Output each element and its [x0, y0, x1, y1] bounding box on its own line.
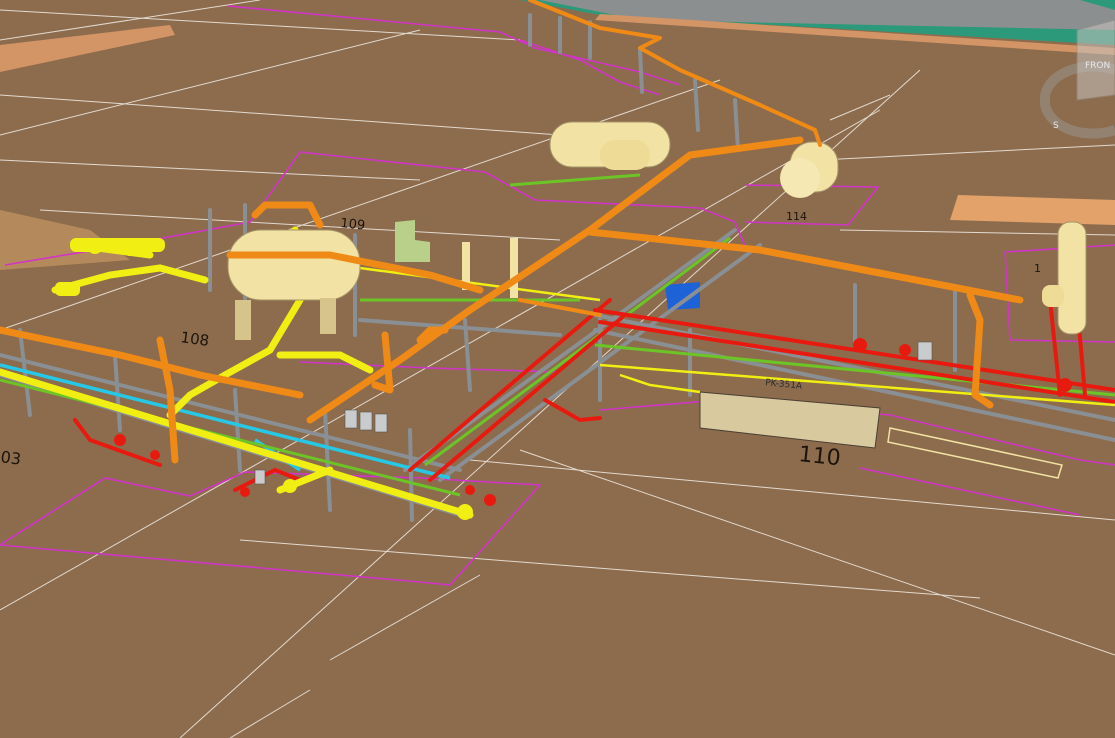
- area-label-103: 03: [0, 447, 22, 469]
- cube-face-label: FRON: [1085, 61, 1110, 71]
- view-cube[interactable]: FRON S: [1035, 0, 1115, 140]
- area-label-109: 109: [340, 216, 366, 234]
- compass-south-label: S: [1053, 121, 1059, 131]
- horizontal-vessel-upper: [549, 121, 671, 170]
- blue-cabinet: [665, 282, 700, 310]
- 3d-model-viewport[interactable]: 108 109 110 114 03 1 PK-351A FRON S: [0, 0, 1115, 738]
- small-vertical-drum: [510, 238, 518, 298]
- area-label-110: 110: [797, 442, 841, 471]
- sand-pad-east: [950, 195, 1115, 225]
- plant-model-scene[interactable]: 108 109 110 114 03 1 PK-351A: [0, 0, 1115, 738]
- cube-front-face[interactable]: [1076, 19, 1115, 101]
- area-label-114: 114: [786, 210, 807, 223]
- area-label-1: 1: [1034, 262, 1041, 275]
